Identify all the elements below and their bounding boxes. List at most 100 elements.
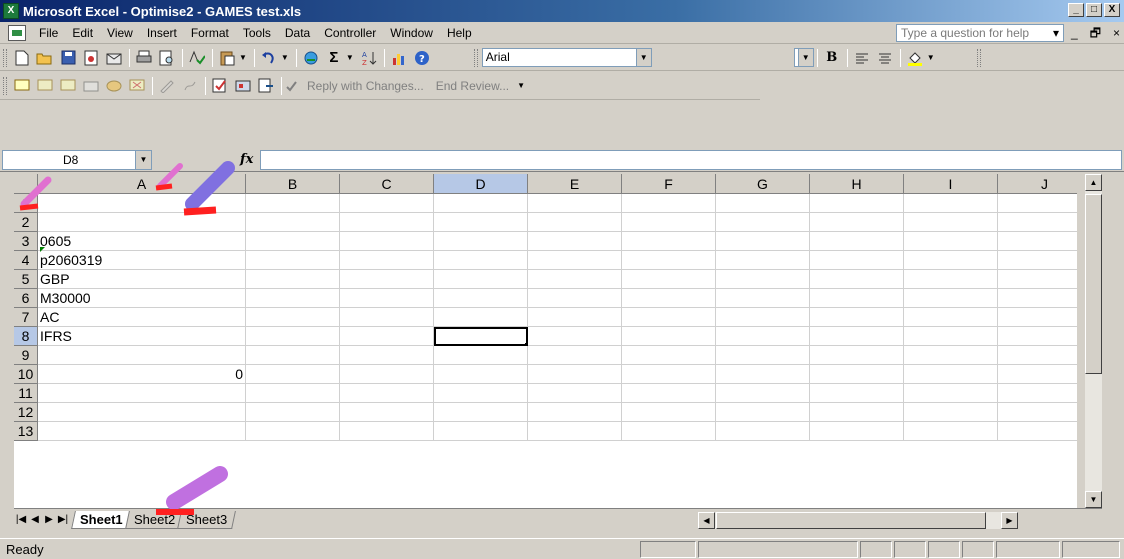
cell-g6[interactable] <box>716 289 810 308</box>
cell-b7[interactable] <box>246 308 340 327</box>
fill-color-dropdown-icon[interactable]: ▼ <box>927 53 935 62</box>
cell-a5[interactable]: GBP <box>38 270 246 289</box>
cell-b10[interactable] <box>246 365 340 384</box>
cell-e6[interactable] <box>528 289 622 308</box>
cell-c2[interactable] <box>340 213 434 232</box>
delete-comment-icon[interactable] <box>126 75 148 97</box>
scroll-down-icon[interactable]: ▼ <box>1085 491 1102 508</box>
row-header-12[interactable]: 12 <box>14 403 38 422</box>
cell-a2[interactable] <box>38 213 246 232</box>
menu-data[interactable]: Data <box>278 24 317 42</box>
previous-sheet-icon[interactable]: ◀ <box>28 514 42 525</box>
cell-f2[interactable] <box>622 213 716 232</box>
autosum-icon[interactable]: Σ <box>323 47 345 69</box>
show-comment-icon[interactable] <box>80 75 102 97</box>
cell-j4[interactable] <box>998 251 1077 270</box>
cell-i4[interactable] <box>904 251 998 270</box>
open-icon[interactable] <box>34 47 56 69</box>
row-header-3[interactable]: 3 <box>14 232 38 251</box>
save-icon[interactable] <box>57 47 79 69</box>
column-header-h[interactable]: H <box>810 174 904 194</box>
undo-icon[interactable] <box>258 47 280 69</box>
cell-g10[interactable] <box>716 365 810 384</box>
cell-i7[interactable] <box>904 308 998 327</box>
cell-g13[interactable] <box>716 422 810 441</box>
cell-e5[interactable] <box>528 270 622 289</box>
cell-b1[interactable] <box>246 194 340 213</box>
cell-d4[interactable] <box>434 251 528 270</box>
cell-a9[interactable] <box>38 346 246 365</box>
cell-j12[interactable] <box>998 403 1077 422</box>
paste-icon[interactable] <box>216 47 238 69</box>
paste-dropdown-icon[interactable]: ▼ <box>239 53 247 62</box>
sheet-tab-sheet3[interactable]: Sheet3 <box>176 510 236 529</box>
row-header-8[interactable]: 8 <box>14 327 38 346</box>
print-icon[interactable] <box>133 47 155 69</box>
menu-view[interactable]: View <box>100 24 140 42</box>
cell-f9[interactable] <box>622 346 716 365</box>
cell-j13[interactable] <box>998 422 1077 441</box>
next-comment-icon[interactable] <box>57 75 79 97</box>
cell-i10[interactable] <box>904 365 998 384</box>
toolbar-grip[interactable] <box>976 48 981 67</box>
cell-e3[interactable] <box>528 232 622 251</box>
ink-annotations-icon[interactable] <box>156 75 178 97</box>
cell-d1[interactable] <box>434 194 528 213</box>
help-question-input[interactable]: Type a question for help <box>896 24 1064 42</box>
cell-a11[interactable] <box>38 384 246 403</box>
cell-f1[interactable] <box>622 194 716 213</box>
cell-b2[interactable] <box>246 213 340 232</box>
cell-e9[interactable] <box>528 346 622 365</box>
close-button[interactable]: X <box>1104 3 1120 17</box>
cell-c5[interactable] <box>340 270 434 289</box>
menu-file[interactable]: File <box>32 24 65 42</box>
cell-h5[interactable] <box>810 270 904 289</box>
row-header-5[interactable]: 5 <box>14 270 38 289</box>
cell-b9[interactable] <box>246 346 340 365</box>
horizontal-scroll-thumb[interactable] <box>716 512 986 529</box>
toolbar-grip[interactable] <box>3 76 7 95</box>
cell-b6[interactable] <box>246 289 340 308</box>
cell-f6[interactable] <box>622 289 716 308</box>
row-header-1[interactable]: 1 <box>14 194 38 213</box>
cell-c6[interactable] <box>340 289 434 308</box>
column-header-a[interactable]: A <box>38 174 246 194</box>
column-header-j[interactable]: J <box>998 174 1077 194</box>
cell-g1[interactable] <box>716 194 810 213</box>
email-icon[interactable] <box>103 47 125 69</box>
cell-j3[interactable] <box>998 232 1077 251</box>
new-comment-icon[interactable] <box>11 75 33 97</box>
cell-b5[interactable] <box>246 270 340 289</box>
cell-j5[interactable] <box>998 270 1077 289</box>
cell-i2[interactable] <box>904 213 998 232</box>
worksheet-grid[interactable]: ABCDEFGHIJ 1 2 3 4 5 6 7 8 9 10 11 12 13 0605 p206031… <box>14 174 1077 508</box>
column-header-d[interactable]: D <box>434 174 528 194</box>
column-header-g[interactable]: G <box>716 174 810 194</box>
row-header-13[interactable]: 13 <box>14 422 38 441</box>
cell-j10[interactable] <box>998 365 1077 384</box>
cell-g7[interactable] <box>716 308 810 327</box>
cell-e2[interactable] <box>528 213 622 232</box>
cell-c8[interactable] <box>340 327 434 346</box>
font-name-select[interactable]: Arial ▼ <box>481 48 652 67</box>
menu-controller[interactable]: Controller <box>317 24 383 42</box>
row-header-10[interactable]: 10 <box>14 365 38 384</box>
cell-g12[interactable] <box>716 403 810 422</box>
track-changes-icon[interactable] <box>209 75 231 97</box>
cell-e4[interactable] <box>528 251 622 270</box>
cell-c10[interactable] <box>340 365 434 384</box>
doc-close-icon[interactable]: × <box>1113 24 1120 42</box>
menu-help[interactable]: Help <box>440 24 479 42</box>
cell-i3[interactable] <box>904 232 998 251</box>
cell-a6[interactable]: M30000 <box>38 289 246 308</box>
toolbar-grip[interactable] <box>473 48 478 67</box>
cell-g11[interactable] <box>716 384 810 403</box>
menu-tools[interactable]: Tools <box>236 24 278 42</box>
cell-d11[interactable] <box>434 384 528 403</box>
cell-i9[interactable] <box>904 346 998 365</box>
cell-b3[interactable] <box>246 232 340 251</box>
cell-h1[interactable] <box>810 194 904 213</box>
cell-d8[interactable] <box>434 327 528 346</box>
cell-a4[interactable]: p2060319 <box>38 251 246 270</box>
chart-wizard-icon[interactable] <box>388 47 410 69</box>
